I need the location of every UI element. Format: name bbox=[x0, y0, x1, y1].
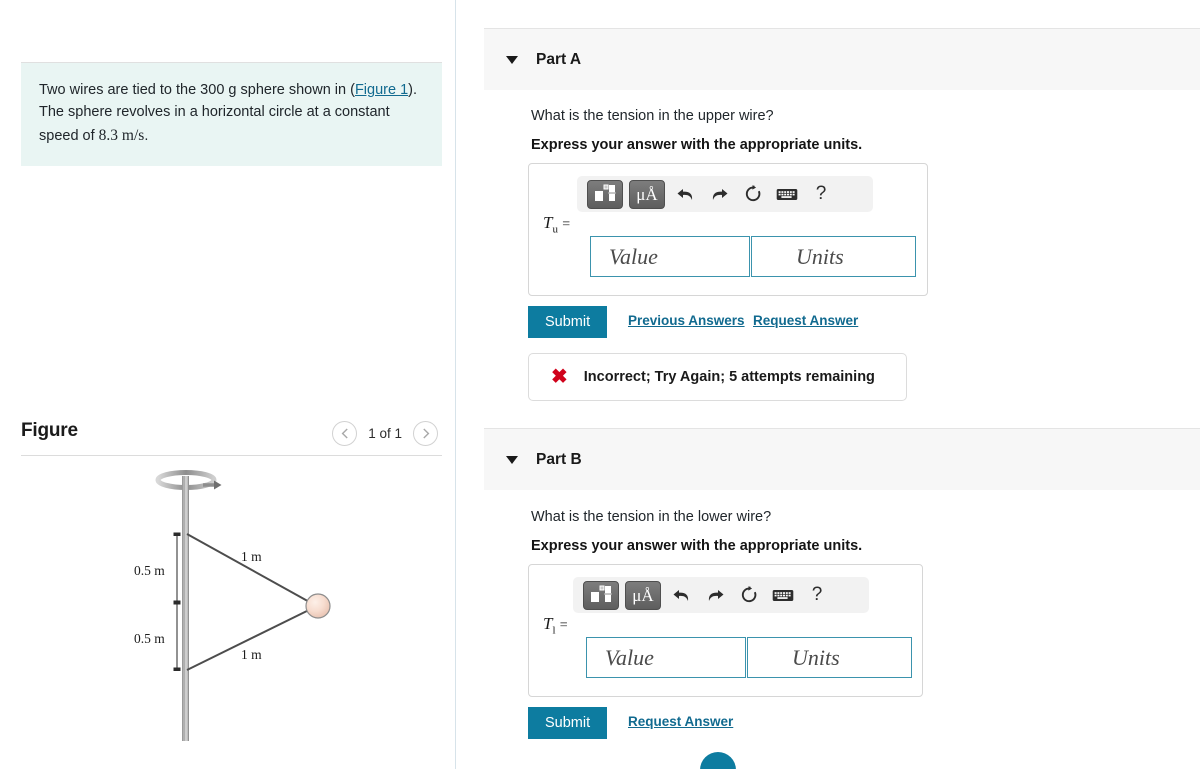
math-template-button[interactable] bbox=[583, 580, 619, 610]
part-b-question: What is the tension in the lower wire? bbox=[531, 509, 772, 525]
part-a-toolbar: μÅ ? bbox=[577, 176, 873, 212]
units-button-label: μÅ bbox=[636, 184, 658, 204]
part-b-instruction: Express your answer with the appropriate… bbox=[531, 538, 863, 554]
units-button[interactable]: μÅ bbox=[625, 580, 661, 610]
part-b-value-input[interactable]: Value bbox=[586, 637, 746, 678]
reset-icon bbox=[745, 184, 760, 201]
part-b-equals: = bbox=[559, 618, 568, 633]
part-a-label: Part A bbox=[536, 50, 582, 68]
part-b-units-placeholder: Units bbox=[792, 644, 840, 670]
figure-pager: 1 of 1 bbox=[332, 421, 438, 446]
part-a-value-placeholder: Value bbox=[609, 243, 658, 269]
figure-counter: 1 of 1 bbox=[368, 426, 402, 441]
chevron-left-icon bbox=[341, 428, 348, 439]
keyboard-button[interactable] bbox=[769, 581, 797, 609]
part-a-previous-answers-link[interactable]: Previous Answers bbox=[628, 313, 745, 328]
reset-button[interactable] bbox=[735, 581, 763, 609]
part-a-request-answer-link[interactable]: Request Answer bbox=[753, 313, 858, 328]
incorrect-icon: ✖ bbox=[551, 366, 568, 388]
units-button-label: μÅ bbox=[632, 585, 654, 605]
part-b-label: Part B bbox=[536, 450, 582, 468]
part-a-units-placeholder: Units bbox=[796, 243, 844, 269]
part-a-instruction: Express your answer with the appropriate… bbox=[531, 137, 863, 153]
keyboard-icon bbox=[776, 188, 798, 200]
math-template-icon bbox=[591, 585, 612, 602]
undo-button[interactable] bbox=[671, 180, 699, 208]
part-a-equals: = bbox=[562, 217, 571, 232]
redo-icon bbox=[708, 589, 723, 601]
reset-icon bbox=[741, 585, 756, 602]
part-a-header[interactable]: Part A bbox=[484, 28, 1200, 90]
collapse-caret-icon[interactable] bbox=[506, 455, 518, 464]
figure-title: Figure bbox=[21, 420, 78, 441]
part-a-answer-box: μÅ ? Tu = Value Units bbox=[528, 163, 928, 296]
wire-sphere-diagram: 0.5 m 0.5 m 1 m 1 m bbox=[134, 470, 331, 741]
figure-divider bbox=[21, 455, 442, 456]
keyboard-icon bbox=[772, 589, 794, 601]
part-b-header[interactable]: Part B bbox=[484, 428, 1200, 490]
part-b-subscript: l bbox=[552, 624, 556, 637]
problem-text-part3: . bbox=[144, 127, 149, 144]
part-a-subscript: u bbox=[552, 223, 558, 236]
lower-dimension-label: 0.5 m bbox=[134, 631, 165, 646]
part-b-request-answer-link[interactable]: Request Answer bbox=[628, 714, 733, 729]
figure-diagram: 0.5 m 0.5 m 1 m 1 m bbox=[21, 458, 442, 758]
part-a-question: What is the tension in the upper wire? bbox=[531, 108, 774, 124]
undo-icon bbox=[677, 188, 692, 200]
collapse-caret-icon[interactable] bbox=[506, 55, 518, 64]
part-b-units-input[interactable]: Units bbox=[747, 637, 912, 678]
part-a-units-input[interactable]: Units bbox=[751, 236, 916, 277]
undo-icon bbox=[673, 589, 688, 601]
part-a-feedback: ✖ Incorrect; Try Again; 5 attempts remai… bbox=[528, 353, 907, 401]
figure-header: Figure 1 of 1 bbox=[21, 418, 442, 456]
upper-dimension-label: 0.5 m bbox=[134, 563, 165, 578]
part-a-submit-button[interactable]: Submit bbox=[528, 306, 608, 338]
redo-button[interactable] bbox=[705, 180, 733, 208]
part-b-toolbar: μÅ ? bbox=[573, 577, 869, 613]
upper-wire-length-label: 1 m bbox=[241, 549, 262, 564]
part-b-submit-button[interactable]: Submit bbox=[528, 707, 608, 739]
keyboard-button[interactable] bbox=[773, 180, 801, 208]
chevron-right-icon bbox=[422, 428, 429, 439]
redo-button[interactable] bbox=[701, 581, 729, 609]
lower-wire-length-label: 1 m bbox=[241, 647, 262, 662]
problem-pane: Two wires are tied to the 300 g sphere s… bbox=[0, 0, 455, 769]
part-a-value-input[interactable]: Value bbox=[590, 236, 750, 277]
part-a-feedback-text: Incorrect; Try Again; 5 attempts remaini… bbox=[583, 369, 875, 385]
units-button[interactable]: μÅ bbox=[629, 179, 665, 209]
part-b-answer-box: μÅ ? Tl = Value Units bbox=[528, 564, 923, 697]
help-button[interactable]: ? bbox=[803, 581, 831, 609]
figure-next-button[interactable] bbox=[413, 421, 438, 446]
reset-button[interactable] bbox=[739, 180, 767, 208]
figure-1-link[interactable]: Figure 1 bbox=[355, 82, 408, 98]
part-b-variable-label: Tl = bbox=[543, 614, 568, 636]
problem-speed-value: 8.3 m/s bbox=[98, 126, 145, 144]
math-template-icon bbox=[595, 184, 616, 201]
redo-icon bbox=[712, 188, 727, 200]
math-template-button[interactable] bbox=[587, 179, 623, 209]
figure-prev-button[interactable] bbox=[332, 421, 358, 446]
undo-button[interactable] bbox=[667, 581, 695, 609]
help-button[interactable]: ? bbox=[807, 180, 835, 208]
problem-statement: Two wires are tied to the 300 g sphere s… bbox=[21, 62, 442, 166]
part-b-value-placeholder: Value bbox=[605, 644, 654, 670]
part-a-variable-label: Tu = bbox=[543, 213, 570, 235]
page-root: Two wires are tied to the 300 g sphere s… bbox=[0, 0, 1200, 769]
problem-text-part1: Two wires are tied to the 300 g sphere s… bbox=[39, 82, 355, 98]
parts-pane: Part A What is the tension in the upper … bbox=[456, 0, 1200, 769]
